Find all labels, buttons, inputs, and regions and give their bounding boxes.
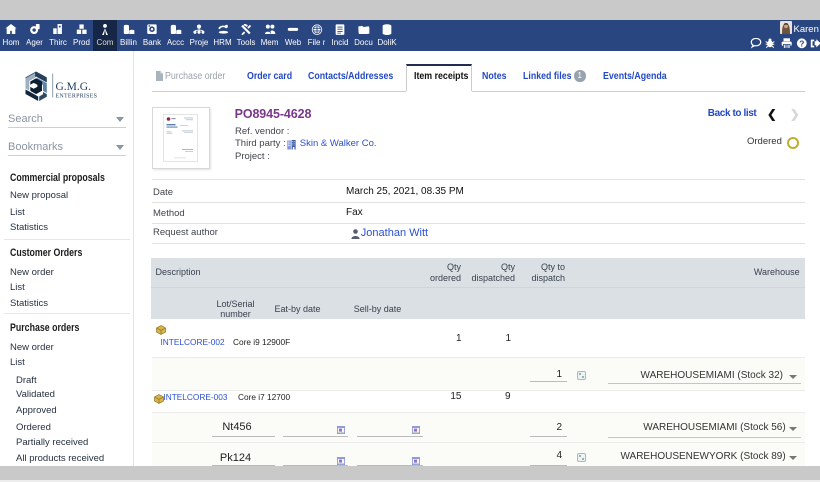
- svg-text:?: ?: [799, 38, 804, 48]
- svg-text:ENTERPRISES: ENTERPRISES: [56, 93, 98, 99]
- svg-text:G.M.G.: G.M.G.: [56, 81, 92, 93]
